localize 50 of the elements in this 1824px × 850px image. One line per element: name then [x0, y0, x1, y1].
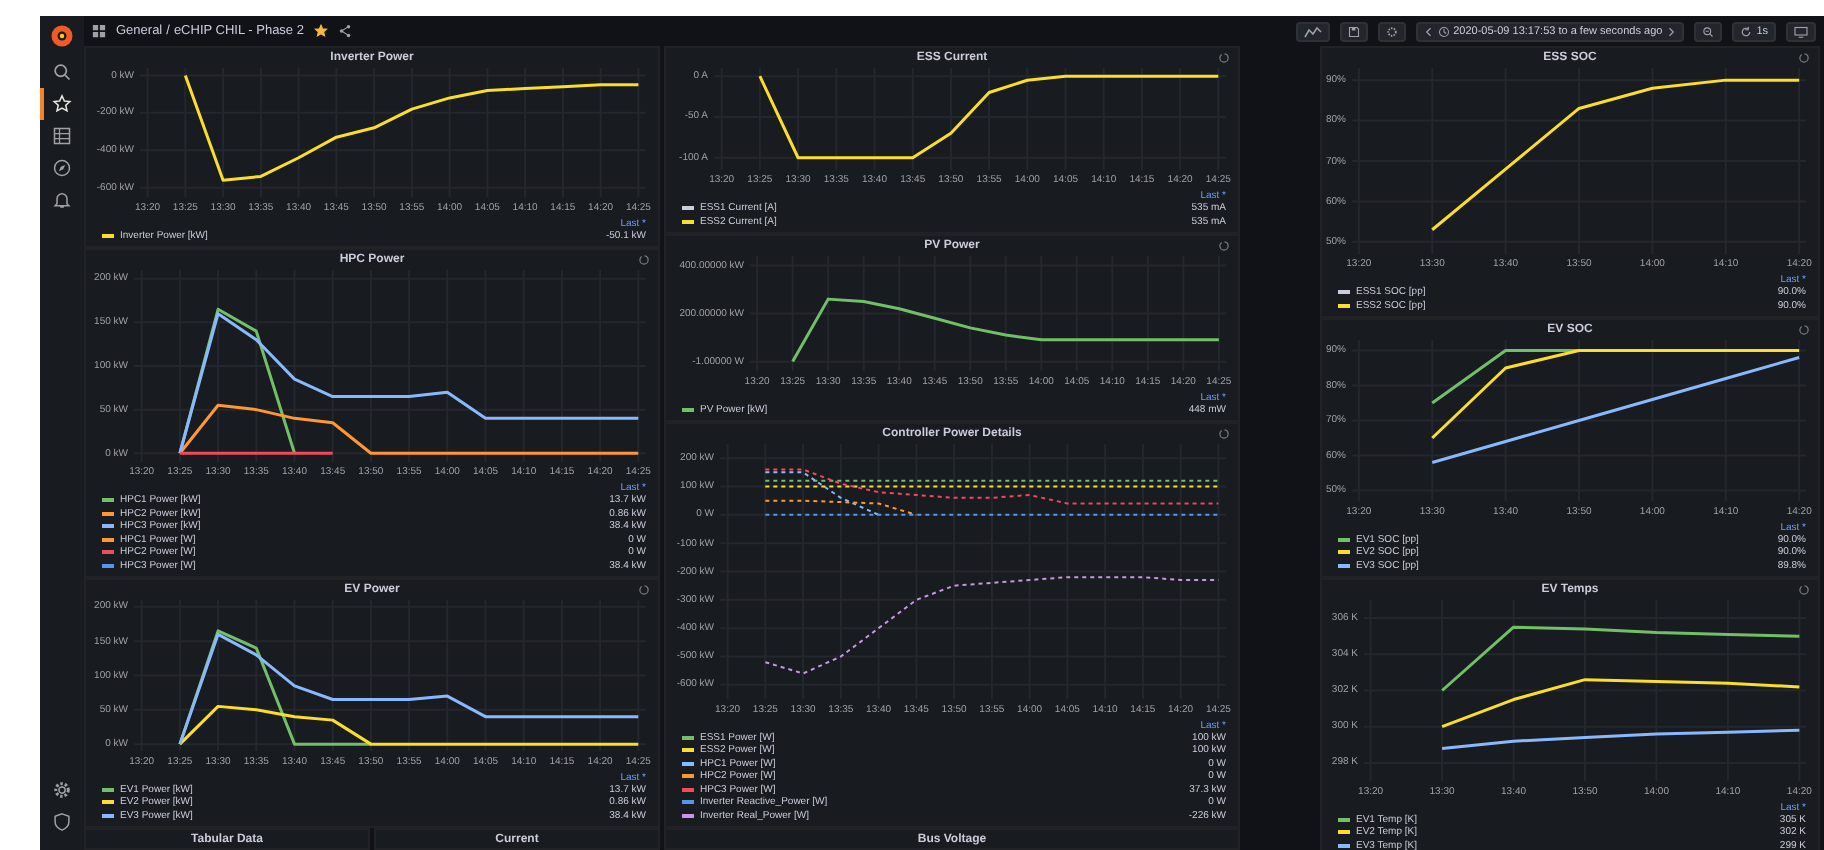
- legend-swatch: [102, 800, 114, 805]
- share-icon[interactable]: [337, 24, 352, 38]
- legend-swatch: [1338, 303, 1350, 308]
- tv-mode-button[interactable]: [1786, 21, 1816, 41]
- legend-swatch: [1338, 550, 1350, 555]
- clock-icon: [1437, 25, 1450, 37]
- chevron-right-icon: [1666, 25, 1677, 37]
- legend-swatch: [682, 219, 694, 224]
- legend-swatch: [102, 233, 114, 238]
- star-icon: [52, 94, 72, 114]
- legend-swatch: [102, 537, 114, 542]
- grid-icon: [52, 126, 72, 146]
- monitor-icon: [1794, 25, 1808, 37]
- legend-swatch: [102, 813, 114, 818]
- search-icon: [52, 62, 72, 82]
- legend-swatch: [102, 498, 114, 503]
- legend-swatch: [1338, 843, 1350, 848]
- add-panel-button[interactable]: [1295, 21, 1330, 41]
- legend-swatch: [1338, 290, 1350, 295]
- legend-swatch: [102, 524, 114, 529]
- legend-swatch: [102, 563, 114, 568]
- legend-swatch: [1338, 817, 1350, 822]
- legend-swatch: [1338, 537, 1350, 542]
- zoom-out-button[interactable]: [1694, 21, 1723, 41]
- compass-icon: [52, 158, 72, 178]
- legend-swatch: [682, 407, 694, 412]
- legend-swatch: [682, 748, 694, 753]
- legend-swatch: [102, 550, 114, 555]
- dashboard-grid-icon: [92, 24, 106, 38]
- legend-swatch: [1338, 563, 1350, 568]
- legend-swatch: [102, 787, 114, 792]
- legend-swatch: [682, 735, 694, 740]
- legend-swatch: [682, 206, 694, 211]
- legend-swatch: [682, 774, 694, 779]
- logo-icon[interactable]: [50, 24, 74, 48]
- save-icon: [1347, 25, 1360, 37]
- graph-icon: [1303, 25, 1322, 37]
- legend-swatch: [682, 800, 694, 805]
- save-button[interactable]: [1339, 21, 1368, 41]
- legend-swatch: [682, 787, 694, 792]
- zoom-out-icon: [1702, 25, 1715, 37]
- bell-icon: [52, 190, 72, 210]
- legend-swatch: [102, 511, 114, 516]
- legend-swatch: [1338, 830, 1350, 835]
- star-icon[interactable]: [313, 24, 328, 38]
- chevron-left-icon: [1423, 25, 1434, 37]
- legend-swatch: [682, 761, 694, 766]
- legend-swatch: [682, 813, 694, 818]
- shield-icon: [52, 812, 72, 832]
- refresh-icon: [1740, 25, 1753, 37]
